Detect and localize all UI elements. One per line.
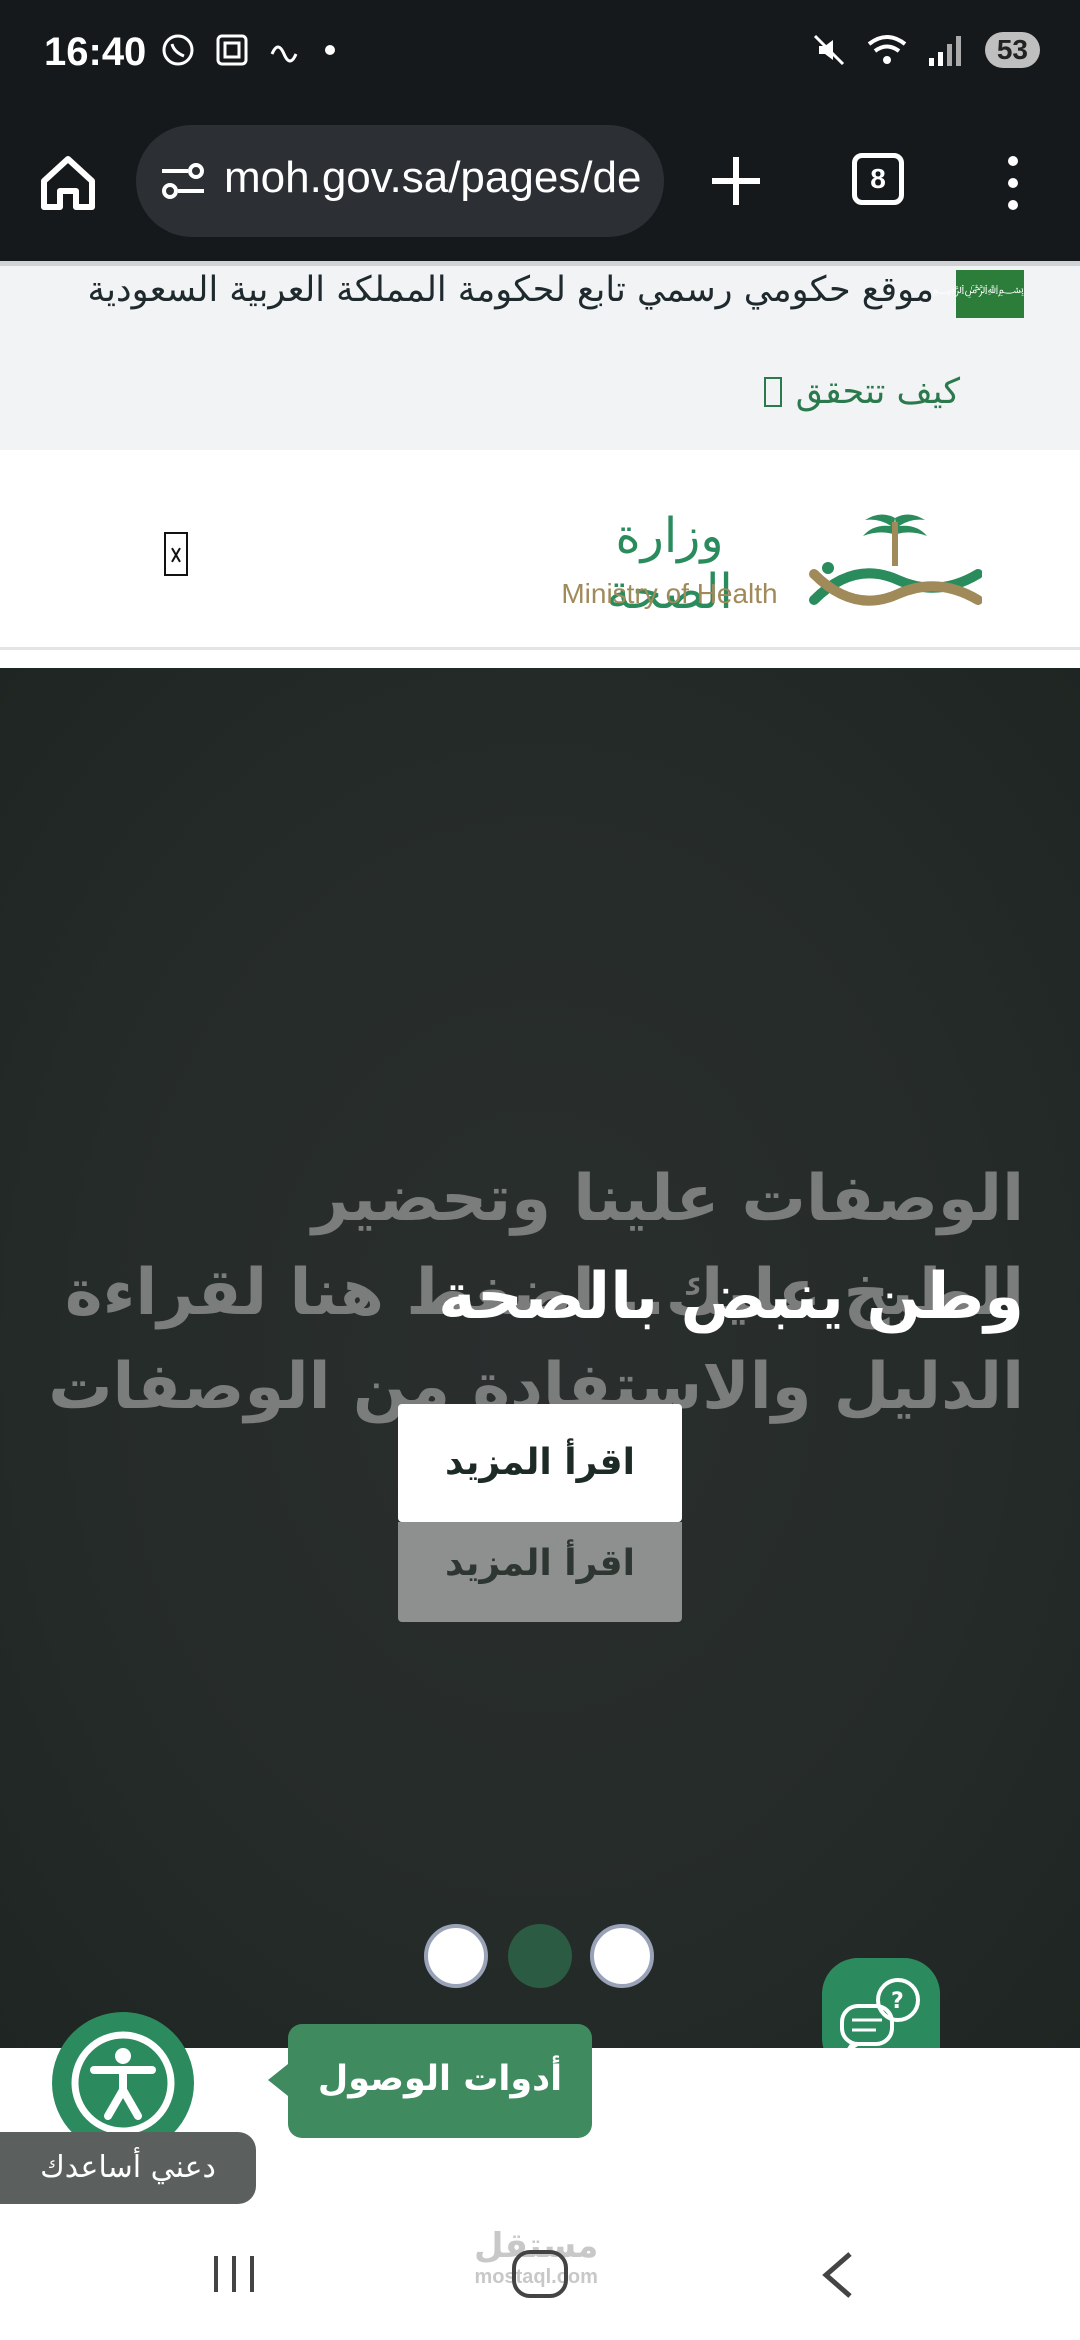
dot-icon [325, 45, 335, 55]
back-icon[interactable] [818, 2250, 858, 2300]
verify-label: كيف تتحقق [795, 372, 960, 412]
ghost-line-1: الوصفات علينا وتحضير [312, 1162, 1024, 1236]
menu-icon[interactable] [164, 532, 188, 576]
recents-icon[interactable] [210, 2254, 258, 2294]
gov-banner-text: موقع حكومي رسمي تابع لحكومة المملكة العر… [87, 270, 934, 310]
read-more-button-previous: اقرأ المزيد [398, 1522, 682, 1622]
home-icon[interactable] [36, 151, 100, 215]
mute-icon [813, 34, 844, 66]
url-text: moh.gov.sa/pages/de [224, 153, 642, 202]
chevron-down-icon [763, 377, 782, 407]
slide-dot-2[interactable] [508, 1924, 572, 1988]
address-bar[interactable]: moh.gov.sa/pages/de [136, 125, 664, 237]
screenshot-icon [216, 34, 248, 66]
new-tab-icon[interactable] [706, 151, 766, 211]
help-assistant-pill[interactable]: دعني أساعدك [0, 2132, 256, 2204]
clock: 16:40 [44, 30, 147, 74]
verify-link[interactable]: كيف تتحقق [763, 372, 960, 412]
browser-toolbar: moh.gov.sa/pages/de 8 [0, 115, 1080, 261]
moh-logo[interactable]: وزارة الصحة Ministry of Health [552, 508, 982, 628]
svg-text:?: ? [891, 1989, 904, 2014]
whatsapp-icon [162, 34, 194, 66]
site-settings-icon[interactable] [158, 161, 208, 201]
chat-bubble-icon: ? [840, 1978, 920, 2048]
link-icon [270, 45, 298, 63]
notification-icons [160, 32, 338, 68]
logo-english-text: Ministry of Health [561, 578, 778, 609]
chat-support-button[interactable]: ? [822, 1958, 940, 2048]
accessibility-tools-tooltip[interactable]: أدوات الوصول [268, 2024, 592, 2138]
saudi-flag-icon: ﷽ [932, 270, 1024, 318]
battery-indicator: 53 [984, 32, 1040, 68]
home-nav-icon[interactable] [512, 2250, 568, 2298]
read-more-button[interactable]: اقرأ المزيد [398, 1404, 682, 1522]
overflow-menu-icon[interactable] [998, 151, 1028, 215]
hero-title: وطن ينبض بالصحة [438, 1260, 1024, 1334]
site-header: وزارة الصحة Ministry of Health [0, 450, 1080, 650]
system-nav-bar: مستقل mostaql.com [0, 2206, 1080, 2340]
hero-slider[interactable]: الوصفات علينا وتحضير الطبخ عليك.. اضغط ه… [0, 668, 1080, 2048]
status-bar: 16:40 53 [0, 0, 1080, 115]
system-icons: 53 [811, 32, 1040, 68]
accessibility-person-icon [71, 2031, 175, 2135]
palm-swords-emblem-icon [809, 514, 982, 606]
gov-banner: ﷽ موقع حكومي رسمي تابع لحكومة المملكة ال… [0, 266, 1080, 450]
slide-dot-1[interactable] [424, 1924, 488, 1988]
slide-dot-3[interactable] [590, 1924, 654, 1988]
tab-switcher-button[interactable]: 8 [852, 153, 904, 205]
signal-icon [928, 36, 961, 66]
wifi-icon [867, 35, 907, 64]
